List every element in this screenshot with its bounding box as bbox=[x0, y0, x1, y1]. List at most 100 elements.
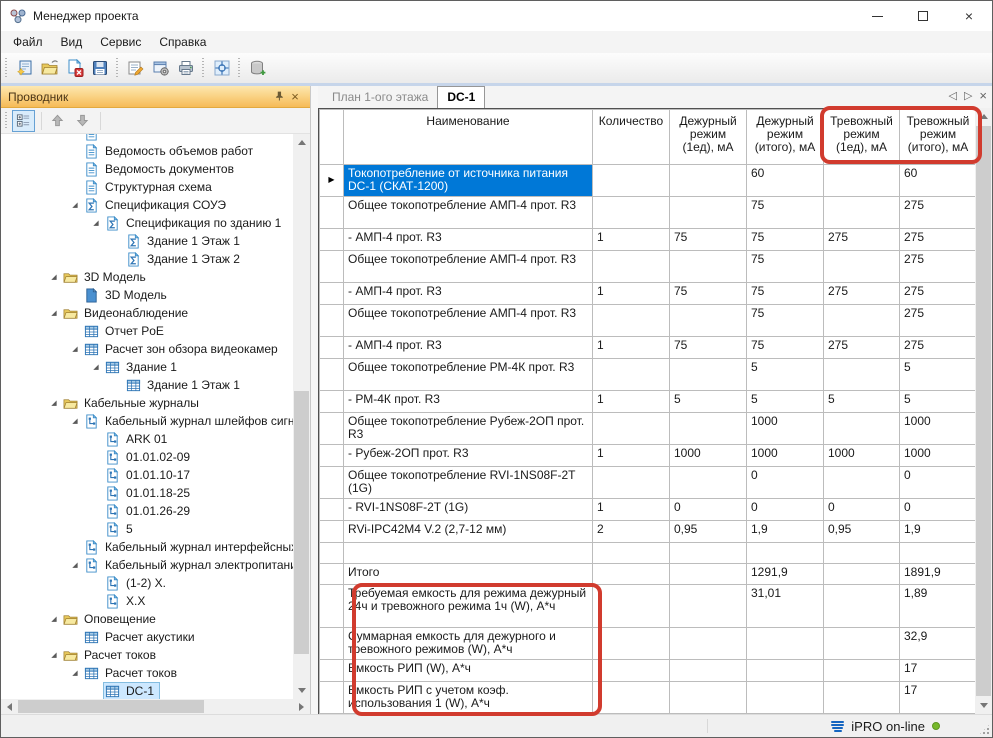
tree-item-01-01-10-17[interactable]: 01.01.10-17 bbox=[1, 466, 293, 484]
expander-icon[interactable]: ◢ bbox=[47, 615, 61, 623]
tree-item-расчет-токов[interactable]: ◢Расчет токов bbox=[1, 646, 293, 664]
value-cell[interactable]: 0 bbox=[670, 499, 747, 521]
name-cell[interactable]: Общее токопотребление Рубеж-2ОП прот. R3 bbox=[344, 413, 593, 445]
value-cell[interactable] bbox=[670, 543, 747, 564]
value-cell[interactable]: 5 bbox=[900, 391, 977, 413]
row-selector-cell[interactable] bbox=[320, 197, 344, 229]
value-cell[interactable]: 32,9 bbox=[900, 628, 977, 660]
value-cell[interactable]: 1000 bbox=[670, 445, 747, 467]
value-cell[interactable]: 17 bbox=[900, 682, 977, 714]
value-cell[interactable]: 75 bbox=[747, 305, 824, 337]
tree-item-здание-1-этаж-2[interactable]: Здание 1 Этаж 2 bbox=[1, 250, 293, 268]
value-cell[interactable] bbox=[670, 682, 747, 714]
scroll-up-icon[interactable] bbox=[975, 108, 992, 125]
expander-icon[interactable]: ◢ bbox=[68, 345, 82, 353]
row-selector-cell[interactable] bbox=[320, 359, 344, 391]
name-cell[interactable]: Итого bbox=[344, 564, 593, 585]
name-cell[interactable]: Суммарная емкость для дежурного и тревож… bbox=[344, 628, 593, 660]
value-cell[interactable]: 1891,9 bbox=[900, 564, 977, 585]
expander-icon[interactable]: ◢ bbox=[47, 399, 61, 407]
menu-item-file[interactable]: Файл bbox=[4, 32, 52, 52]
tree-item--1-2-x-[interactable]: (1-2) X. bbox=[1, 574, 293, 592]
crosshair-button[interactable] bbox=[209, 56, 234, 80]
value-cell[interactable] bbox=[593, 543, 670, 564]
name-cell[interactable]: Емкость РИП с учетом коэф. использования… bbox=[344, 682, 593, 714]
expander-icon[interactable]: ◢ bbox=[47, 309, 61, 317]
value-cell[interactable]: 2 bbox=[593, 521, 670, 543]
tree-item-спецификация-соуэ[interactable]: ◢Спецификация СОУЭ bbox=[1, 196, 293, 214]
value-cell[interactable] bbox=[593, 359, 670, 391]
value-cell[interactable]: 1000 bbox=[824, 445, 900, 467]
value-cell[interactable]: 1 bbox=[593, 229, 670, 251]
explorer-close-icon[interactable]: × bbox=[287, 89, 303, 104]
value-cell[interactable]: 60 bbox=[747, 165, 824, 197]
scroll-up-icon[interactable] bbox=[293, 134, 310, 151]
value-cell[interactable]: 275 bbox=[900, 337, 977, 359]
menu-item-view[interactable]: Вид bbox=[52, 32, 92, 52]
value-cell[interactable]: 0,95 bbox=[670, 521, 747, 543]
scroll-down-icon[interactable] bbox=[975, 697, 992, 714]
value-cell[interactable]: 75 bbox=[670, 283, 747, 305]
value-cell[interactable]: 0 bbox=[900, 499, 977, 521]
expander-icon[interactable]: ◢ bbox=[68, 417, 82, 425]
value-cell[interactable] bbox=[824, 467, 900, 499]
tree-item-расчет-акустики[interactable]: Расчет акустики bbox=[1, 628, 293, 646]
value-cell[interactable]: 275 bbox=[824, 229, 900, 251]
value-cell[interactable] bbox=[670, 660, 747, 682]
tree-item-расчет-токов[interactable]: ◢Расчет токов bbox=[1, 664, 293, 682]
name-cell[interactable]: - АМП-4 прот. R3 bbox=[344, 283, 593, 305]
value-cell[interactable]: 275 bbox=[824, 337, 900, 359]
value-cell[interactable] bbox=[593, 564, 670, 585]
value-cell[interactable]: 0,95 bbox=[824, 521, 900, 543]
name-cell[interactable]: Токопотребление от источника питания DC-… bbox=[344, 165, 593, 197]
expander-icon[interactable]: ◢ bbox=[89, 219, 103, 227]
window-settings-button[interactable] bbox=[148, 56, 173, 80]
row-selector-cell[interactable] bbox=[320, 337, 344, 359]
value-cell[interactable]: 0 bbox=[747, 499, 824, 521]
pin-icon[interactable] bbox=[271, 91, 287, 102]
name-cell[interactable]: - РМ-4К прот. R3 bbox=[344, 391, 593, 413]
save-button[interactable] bbox=[87, 56, 112, 80]
value-cell[interactable] bbox=[824, 628, 900, 660]
move-up-button[interactable] bbox=[46, 110, 69, 132]
tree-layout-toggle-button[interactable] bbox=[12, 110, 35, 132]
table-scroll-thumb[interactable] bbox=[976, 126, 991, 696]
tree-item-ark-01[interactable]: ARK 01 bbox=[1, 430, 293, 448]
name-cell[interactable]: Общее токопотребление АМП-4 прот. R3 bbox=[344, 197, 593, 229]
value-cell[interactable] bbox=[593, 467, 670, 499]
value-cell[interactable]: 17 bbox=[900, 660, 977, 682]
name-cell[interactable]: Требуемая емкость для режима дежурный 24… bbox=[344, 585, 593, 628]
value-cell[interactable]: 75 bbox=[670, 229, 747, 251]
row-selector-cell[interactable] bbox=[320, 543, 344, 564]
value-cell[interactable] bbox=[670, 413, 747, 445]
tree-item-ведомость-объемов-работ[interactable]: Ведомость объемов работ bbox=[1, 142, 293, 160]
tree-item-01-01-18-25[interactable]: 01.01.18-25 bbox=[1, 484, 293, 502]
name-cell[interactable]: Общее токопотребление РМ-4К прот. R3 bbox=[344, 359, 593, 391]
tab-prev-icon[interactable]: ◁ bbox=[948, 89, 956, 102]
properties-button[interactable] bbox=[123, 56, 148, 80]
tree-scroll-thumb[interactable] bbox=[294, 391, 309, 654]
value-cell[interactable] bbox=[824, 585, 900, 628]
name-cell[interactable]: - АМП-4 прот. R3 bbox=[344, 229, 593, 251]
value-cell[interactable] bbox=[670, 585, 747, 628]
value-cell[interactable] bbox=[670, 165, 747, 197]
name-cell[interactable]: Емкость РИП (W), А*ч bbox=[344, 660, 593, 682]
value-cell[interactable] bbox=[824, 564, 900, 585]
tree-item-здание-1-этаж-1[interactable]: Здание 1 Этаж 1 bbox=[1, 376, 293, 394]
row-selector-cell[interactable] bbox=[320, 229, 344, 251]
tree-item-оповещение[interactable]: ◢Оповещение bbox=[1, 610, 293, 628]
expander-icon[interactable]: ◢ bbox=[68, 561, 82, 569]
column-header[interactable]: Дежурный режим (итого), мА bbox=[747, 110, 824, 165]
tree-item-partial[interactable] bbox=[1, 134, 293, 142]
value-cell[interactable] bbox=[747, 628, 824, 660]
tree-item-спецификация-по-зданию-1[interactable]: ◢Спецификация по зданию 1 bbox=[1, 214, 293, 232]
name-cell[interactable]: - АМП-4 прот. R3 bbox=[344, 337, 593, 359]
tree-item-01-01-02-09[interactable]: 01.01.02-09 bbox=[1, 448, 293, 466]
tree-item-видеонаблюдение[interactable]: ◢Видеонаблюдение bbox=[1, 304, 293, 322]
expander-icon[interactable]: ◢ bbox=[47, 651, 61, 659]
scroll-right-icon[interactable] bbox=[293, 698, 310, 715]
close-project-button[interactable] bbox=[62, 56, 87, 80]
value-cell[interactable]: 1 bbox=[593, 337, 670, 359]
tree-vertical-scrollbar[interactable] bbox=[293, 134, 310, 699]
value-cell[interactable]: 1291,9 bbox=[747, 564, 824, 585]
